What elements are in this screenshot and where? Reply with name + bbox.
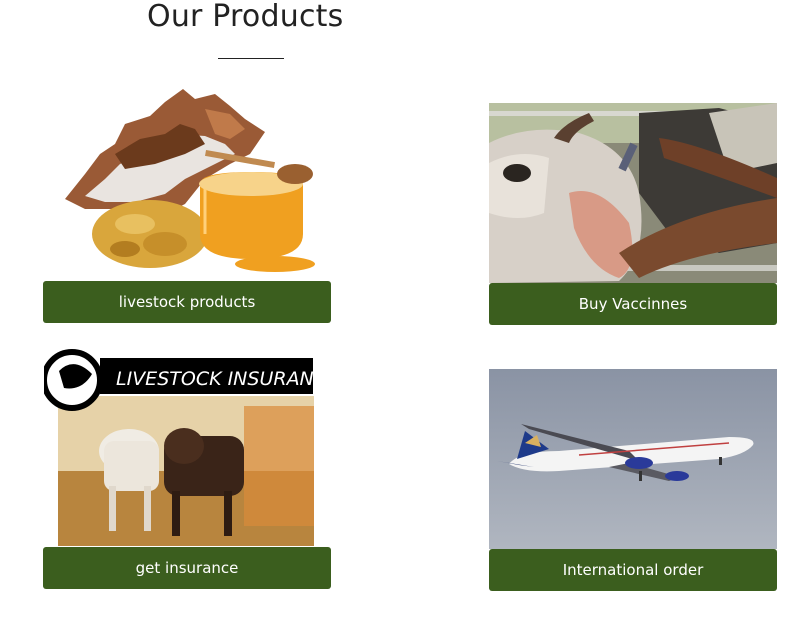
title-divider xyxy=(218,58,284,59)
section-title: Our Products xyxy=(147,0,344,34)
product-image-get-insurance[interactable]: LIVESTOCK INSURANCE xyxy=(44,346,314,546)
product-image-buy-vaccines[interactable] xyxy=(489,103,777,283)
insurance-banner-text: LIVESTOCK INSURANCE xyxy=(116,368,314,390)
buy-vaccines-button[interactable]: Buy Vaccinnes xyxy=(489,283,777,325)
livestock-products-button[interactable]: livestock products xyxy=(43,281,331,323)
product-image-livestock-products[interactable] xyxy=(55,84,320,280)
international-order-button[interactable]: International order xyxy=(489,549,777,591)
get-insurance-button[interactable]: get insurance xyxy=(43,547,331,589)
product-image-international-order[interactable] xyxy=(489,369,777,549)
